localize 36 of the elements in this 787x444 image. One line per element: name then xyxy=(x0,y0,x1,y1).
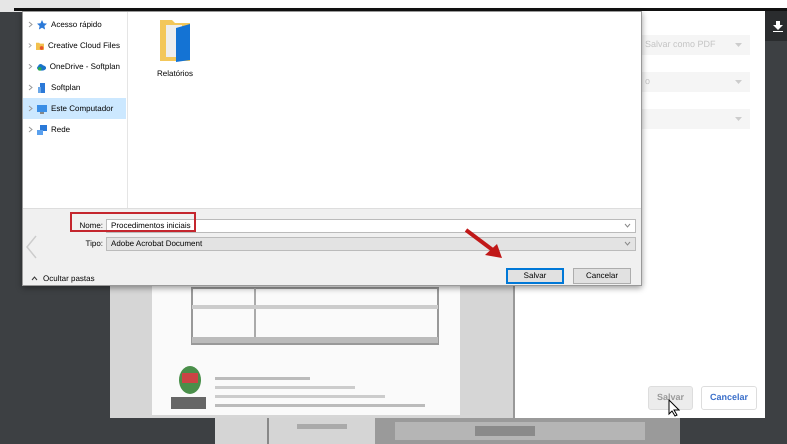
field-label: Tipo: xyxy=(86,238,103,248)
nav-item[interactable]: OneDrive - Softplan xyxy=(23,56,126,77)
name-field[interactable]: Procedimentos iniciais xyxy=(106,218,636,232)
chevron-down-icon xyxy=(624,223,631,228)
print-button[interactable]: Cancelar xyxy=(701,386,758,410)
chevron-right-icon xyxy=(28,126,33,133)
nav-item[interactable]: Este Computador xyxy=(23,98,126,119)
nav-item[interactable]: Rede xyxy=(23,119,126,140)
dialog-button[interactable]: Salvar xyxy=(506,268,564,284)
network-icon xyxy=(37,124,47,134)
nav-item[interactable]: Creative Cloud Files xyxy=(23,35,126,56)
arrow-drawing xyxy=(464,228,504,260)
chevron-right-icon xyxy=(28,63,33,70)
computer-icon xyxy=(37,104,47,114)
nav-item[interactable]: Softplan xyxy=(23,77,126,98)
caret-down-icon xyxy=(735,117,742,121)
type-dropdown[interactable]: Adobe Acrobat Document xyxy=(106,236,636,250)
chevron-left-icon xyxy=(25,235,37,259)
building-icon xyxy=(37,82,47,92)
chevron-right-icon xyxy=(28,84,33,91)
chevron-right-icon xyxy=(28,105,33,112)
nav-item[interactable]: Acesso rápido xyxy=(23,14,126,35)
caret-down-icon xyxy=(735,80,742,84)
dialog-button[interactable]: Cancelar xyxy=(573,268,631,284)
folder-icon xyxy=(36,40,44,50)
chevron-right-icon xyxy=(28,21,33,28)
field-label: Nome: xyxy=(79,220,103,230)
cloud-icon xyxy=(36,62,46,72)
file-name[interactable]: Relatórios xyxy=(156,68,193,80)
chevron-down-icon xyxy=(624,241,631,246)
star-icon xyxy=(37,20,47,30)
hide-folders-toggle[interactable]: Ocultar pastas xyxy=(31,273,95,285)
caret-down-icon xyxy=(735,43,742,47)
chevron-right-icon xyxy=(28,42,32,49)
chevron-up-icon xyxy=(31,276,38,282)
download-icon[interactable] xyxy=(773,21,783,32)
